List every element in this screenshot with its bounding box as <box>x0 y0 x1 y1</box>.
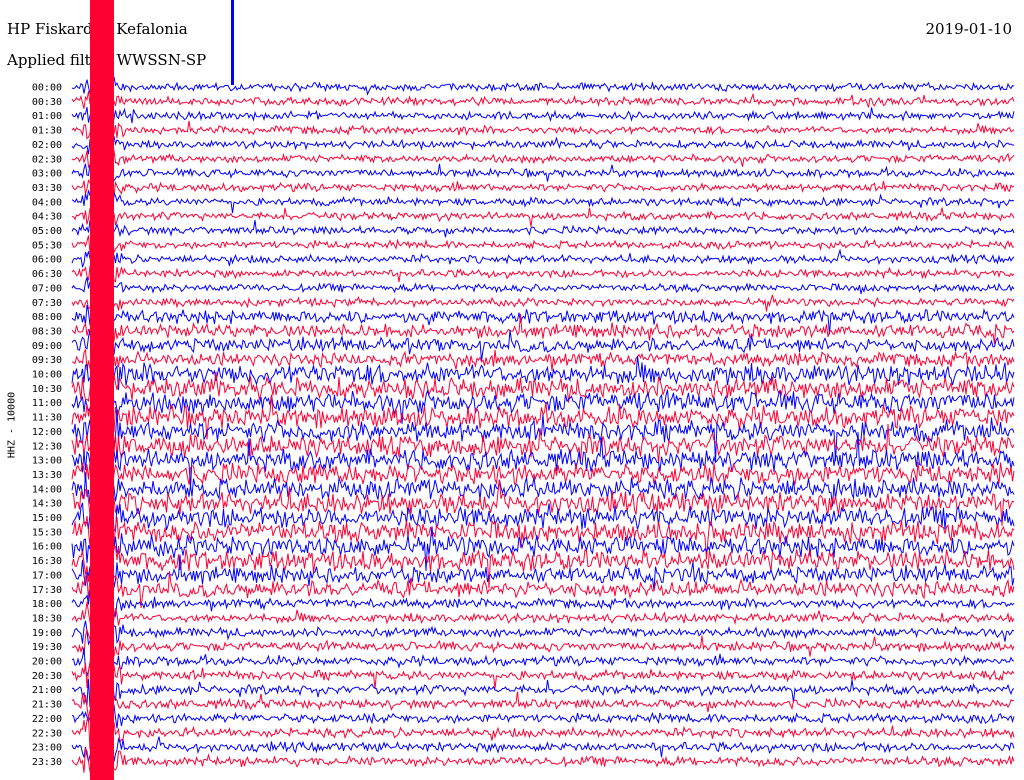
tick-label-1630: 16:30 <box>32 556 62 567</box>
tick-label-0630: 06:30 <box>32 269 62 280</box>
tick-label-1930: 19:30 <box>32 642 62 653</box>
tick-label-2000: 20:00 <box>32 657 62 668</box>
tick-label-0900: 09:00 <box>32 341 62 352</box>
trace-0700 <box>71 275 1015 301</box>
tick-label-1700: 17:00 <box>32 570 62 581</box>
tick-label-2200: 22:00 <box>32 714 62 725</box>
trace-1130 <box>71 380 1015 440</box>
tick-label-1000: 10:00 <box>32 370 62 381</box>
trace-0030 <box>71 87 1015 116</box>
trace-0130 <box>71 120 1015 144</box>
trace-0630 <box>71 257 1015 286</box>
trace-0000 <box>71 70 1015 97</box>
tick-label-1900: 19:00 <box>32 628 62 639</box>
tick-label-1200: 12:00 <box>32 427 62 438</box>
tick-label-2100: 21:00 <box>32 685 62 696</box>
tick-label-0230: 02:30 <box>32 154 62 165</box>
tick-label-2230: 22:30 <box>32 728 62 739</box>
tick-label-1730: 17:30 <box>32 585 62 596</box>
trace-0230 <box>71 149 1015 172</box>
tick-label-1100: 11:00 <box>32 398 62 409</box>
tick-label-2030: 20:30 <box>32 671 62 682</box>
trace-2030 <box>71 657 1015 699</box>
tick-label-0100: 01:00 <box>32 111 62 122</box>
tick-label-1600: 16:00 <box>32 542 62 553</box>
tick-label-1330: 13:30 <box>32 470 62 481</box>
tick-label-0700: 07:00 <box>32 283 62 294</box>
trace-0600 <box>71 245 1015 276</box>
trace-1500 <box>71 500 1015 534</box>
tick-label-0730: 07:30 <box>32 298 62 309</box>
trace-0430 <box>71 202 1015 227</box>
tick-label-2300: 23:00 <box>32 743 62 754</box>
signal-spike <box>231 0 234 85</box>
tick-label-2130: 21:30 <box>32 700 62 711</box>
trace-1700 <box>71 554 1015 598</box>
tick-label-0400: 04:00 <box>32 197 62 208</box>
trace-1300 <box>71 432 1015 489</box>
tick-label-1300: 13:00 <box>32 456 62 467</box>
earthquake-signal <box>90 0 114 780</box>
tick-label-1530: 15:30 <box>32 527 62 538</box>
tick-label-0500: 05:00 <box>32 226 62 237</box>
trace-0100 <box>71 103 1015 126</box>
tick-label-1830: 18:30 <box>32 613 62 624</box>
trace-0330 <box>71 178 1015 200</box>
tick-label-1130: 11:30 <box>32 413 62 424</box>
tick-label-0300: 03:00 <box>32 169 62 180</box>
tick-label-0600: 06:00 <box>32 255 62 266</box>
tick-label-0930: 09:30 <box>32 355 62 366</box>
tick-label-1500: 15:00 <box>32 513 62 524</box>
trace-1230 <box>71 423 1015 465</box>
tick-label-0330: 03:30 <box>32 183 62 194</box>
tick-label-0430: 04:30 <box>32 212 62 223</box>
tick-label-1800: 18:00 <box>32 599 62 610</box>
tick-label-1230: 12:30 <box>32 441 62 452</box>
tick-label-0830: 08:30 <box>32 326 62 337</box>
tick-label-0030: 00:30 <box>32 97 62 108</box>
trace-0930 <box>71 345 1015 371</box>
seismogram-plot: 00:00 00:30 01:00 01:30 02:00 02:30 03:00 03:30… <box>32 0 1015 780</box>
tick-label-0130: 01:30 <box>32 126 62 137</box>
tick-label-0200: 02:00 <box>32 140 62 151</box>
tick-label-1430: 14:30 <box>32 499 62 510</box>
tick-label-0800: 08:00 <box>32 312 62 323</box>
trace-0200 <box>71 134 1015 157</box>
trace-0300 <box>71 162 1015 184</box>
trace-2200 <box>71 703 1015 743</box>
tick-label-2330: 23:30 <box>32 757 62 768</box>
tick-label-0530: 05:30 <box>32 240 62 251</box>
tick-label-1400: 14:00 <box>32 484 62 495</box>
tick-label-1030: 10:30 <box>32 384 62 395</box>
tick-label-0000: 00:00 <box>32 83 62 94</box>
trace-0800 <box>71 304 1015 335</box>
trace-0500 <box>71 216 1015 245</box>
